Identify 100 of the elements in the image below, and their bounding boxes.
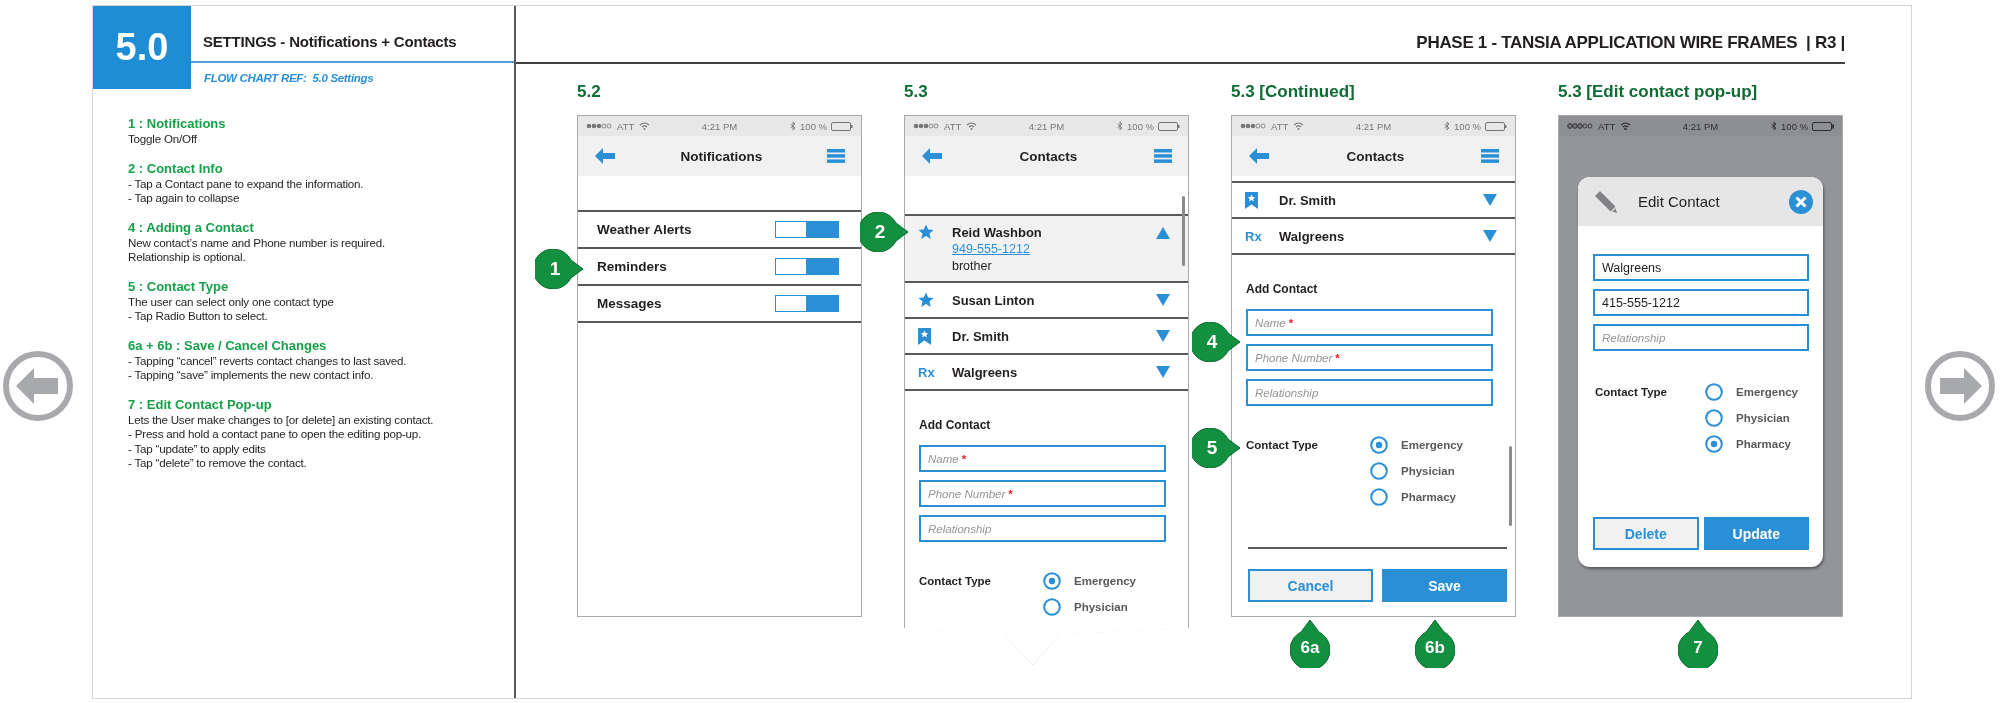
battery-icon: [1485, 121, 1507, 131]
radio-button[interactable]: [1705, 383, 1723, 401]
setting-label: Messages: [597, 296, 662, 311]
contact-row[interactable]: Dr. Smith: [905, 319, 1188, 355]
wifi-icon: [1620, 122, 1632, 130]
callout-marker: 2: [860, 212, 908, 252]
callout-marker: 5: [1192, 428, 1240, 468]
radio-label: Physician: [1074, 601, 1128, 613]
caret-icon: [1483, 194, 1497, 206]
signal-icon: [913, 123, 939, 129]
document-title: PHASE 1 - TANSIA APPLICATION WIRE FRAMES | R3 |: [1416, 33, 1845, 53]
contact-row[interactable]: Dr. Smith: [1232, 183, 1515, 219]
menu-icon[interactable]: [827, 149, 845, 163]
callout-marker: 4: [1192, 322, 1240, 362]
screen-label: 5.3 [Edit contact pop-up]: [1558, 81, 1759, 103]
text-field[interactable]: Phone Number *: [1246, 344, 1493, 371]
back-arrow-icon[interactable]: [1248, 147, 1270, 165]
callout-marker: 7: [1678, 620, 1718, 668]
radio-label: Physician: [1401, 465, 1455, 477]
contact-row[interactable]: Rx Walgreens: [905, 355, 1188, 391]
contact-name: Dr. Smith: [1279, 191, 1338, 209]
note-text: Relationship is optional.: [128, 250, 247, 265]
action-button[interactable]: Cancel: [1248, 569, 1373, 602]
toggle-switch[interactable]: [775, 221, 839, 238]
radio-button[interactable]: [1370, 488, 1388, 506]
back-arrow-icon[interactable]: [921, 147, 943, 165]
star-icon: [918, 292, 934, 308]
note-heading: 4 : Adding a Contact: [128, 219, 255, 236]
battery-percent: 100 %: [1454, 120, 1481, 132]
contact-name: Dr. Smith: [952, 327, 1011, 345]
text-field[interactable]: Relationship: [1593, 324, 1809, 351]
section-heading: Add Contact: [1246, 281, 1319, 297]
signal-icon: [1240, 123, 1266, 129]
note-text: Lets the User make changes to [or delete] an existing contact.: [128, 412, 435, 427]
screen-label: 5.3: [904, 81, 929, 103]
caret-icon: [1156, 227, 1170, 239]
contact-name: Reid Washbon: [952, 224, 1043, 241]
battery-percent: 100 %: [1781, 120, 1808, 132]
note-heading: 1 : Notifications: [128, 116, 227, 132]
nav-title: Contacts: [1346, 148, 1405, 164]
section-heading: Add Contact: [919, 417, 992, 433]
callout-marker: 6a: [1290, 620, 1330, 668]
callout-marker: 6b: [1415, 620, 1455, 668]
menu-icon[interactable]: [1481, 149, 1499, 163]
contact-row[interactable]: Reid Washbon 949-555-1212 brother: [905, 216, 1188, 283]
battery-percent: 100 %: [1127, 120, 1154, 132]
text-field[interactable]: Relationship: [1246, 379, 1493, 406]
setting-label: Weather Alerts: [597, 222, 692, 237]
toggle-switch[interactable]: [775, 258, 839, 275]
note-text: - Tap again to collapse: [128, 191, 241, 206]
action-button[interactable]: Delete: [1593, 517, 1699, 550]
contact-name: Walgreens: [952, 363, 1019, 381]
note-text: - Tapping “cancel” reverts contact changes to last saved.: [128, 353, 408, 368]
status-time: 4:21 PM: [1355, 120, 1392, 132]
back-arrow-icon[interactable]: [594, 147, 616, 165]
text-field[interactable]: Name *: [919, 445, 1166, 472]
screen-label: 5.2: [577, 81, 602, 103]
radio-button[interactable]: [1705, 435, 1723, 453]
text-field[interactable]: Phone Number *: [919, 480, 1166, 507]
previous-page-button[interactable]: [2, 350, 74, 422]
bluetooth-icon: [790, 121, 797, 131]
radio-label: Emergency: [1074, 575, 1136, 587]
radio-button[interactable]: [1043, 572, 1061, 590]
toggle-switch[interactable]: [775, 295, 839, 312]
text-field[interactable]: Relationship: [919, 515, 1166, 542]
note-text: - Tap Radio Button to select.: [128, 309, 269, 324]
radio-label: Pharmacy: [1401, 491, 1456, 503]
radio-button[interactable]: [1705, 409, 1723, 427]
contact-type-label: Contact Type: [1594, 385, 1668, 400]
relationship-text: brother: [952, 258, 993, 275]
note-heading: 2 : Contact Info: [128, 160, 224, 177]
setting-label: Reminders: [597, 259, 667, 274]
rx-label: Rx: [1245, 228, 1262, 244]
action-button[interactable]: Update: [1703, 517, 1809, 550]
nav-title: Notifications: [680, 148, 763, 164]
note-heading: 5 : Contact Type: [128, 278, 230, 295]
contact-row[interactable]: Rx Walgreens: [1232, 219, 1515, 255]
signal-icon: [1567, 123, 1593, 129]
signal-icon: [586, 123, 612, 129]
status-time: 4:21 PM: [1682, 120, 1719, 132]
caret-icon: [1156, 294, 1170, 306]
note-text: - Press and hold a contact pane to open the editing pop-up.: [128, 427, 423, 442]
carrier-label: ATT: [944, 120, 962, 132]
radio-button[interactable]: [1043, 598, 1061, 616]
phone-link[interactable]: 949-555-1212: [952, 241, 1030, 258]
text-field[interactable]: 415-555-1212: [1593, 289, 1809, 316]
note-text: - Tap “delete” to remove the contact.: [128, 456, 308, 471]
close-icon[interactable]: [1789, 189, 1813, 214]
radio-button[interactable]: [1370, 462, 1388, 480]
radio-button[interactable]: [1370, 436, 1388, 454]
wifi-icon: [639, 122, 651, 130]
caret-icon: [1483, 230, 1497, 242]
menu-icon[interactable]: [1154, 149, 1172, 163]
action-button[interactable]: Save: [1382, 569, 1507, 602]
text-field[interactable]: Name *: [1246, 309, 1493, 336]
contact-row[interactable]: Susan Linton: [905, 283, 1188, 319]
bluetooth-icon: [1117, 121, 1124, 131]
next-page-button[interactable]: [1924, 350, 1996, 422]
text-field[interactable]: Walgreens: [1593, 254, 1809, 281]
contact-type-label: Contact Type: [1246, 438, 1319, 453]
